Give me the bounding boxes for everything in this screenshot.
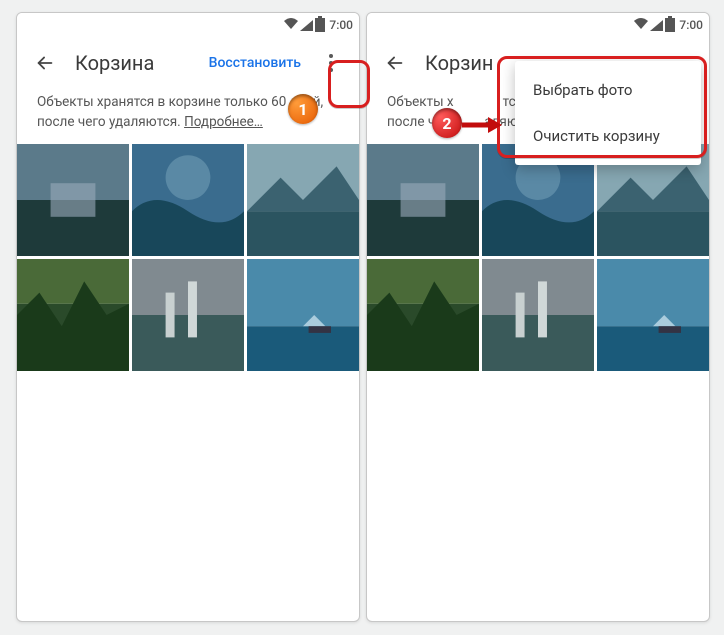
photo-thumb[interactable] xyxy=(482,259,594,371)
annotation-badge-1: 1 xyxy=(288,94,318,124)
phone-screenshot-right: 7:00 Корзин Объекты х XXXXX тся в корзин… xyxy=(366,12,710,622)
more-vert-icon xyxy=(329,54,333,72)
menu-item-select-photo[interactable]: Выбрать фото xyxy=(515,67,701,113)
photo-thumb[interactable] xyxy=(367,144,479,256)
overflow-menu: Выбрать фото Очистить корзину xyxy=(515,61,701,165)
wifi-icon xyxy=(634,18,648,32)
status-bar: 7:00 xyxy=(17,13,359,37)
page-title: Корзина xyxy=(75,51,154,75)
overflow-menu-button[interactable] xyxy=(311,43,351,83)
photo-thumb[interactable] xyxy=(132,259,244,371)
back-button[interactable] xyxy=(375,43,415,83)
signal-icon xyxy=(300,20,313,31)
photo-grid xyxy=(17,144,359,371)
photo-thumb[interactable] xyxy=(597,259,709,371)
status-bar: 7:00 xyxy=(367,13,709,37)
page-title: Корзин xyxy=(425,51,493,75)
restore-button[interactable]: Восстановить xyxy=(199,55,311,71)
wifi-icon xyxy=(284,18,298,32)
annotation-arrow-icon xyxy=(460,115,502,139)
battery-icon xyxy=(315,18,325,32)
menu-item-clear-trash[interactable]: Очистить корзину xyxy=(515,113,701,159)
photo-thumb[interactable] xyxy=(247,144,359,256)
photo-thumb[interactable] xyxy=(367,259,479,371)
photo-thumb[interactable] xyxy=(247,259,359,371)
learn-more-link[interactable]: Подробнее… xyxy=(184,114,263,130)
photo-thumb[interactable] xyxy=(132,144,244,256)
signal-icon xyxy=(650,20,663,31)
photo-grid xyxy=(367,144,709,371)
back-button[interactable] xyxy=(25,43,65,83)
photo-thumb[interactable] xyxy=(17,259,129,371)
status-time: 7:00 xyxy=(329,18,353,32)
status-time: 7:00 xyxy=(679,18,703,32)
battery-icon xyxy=(665,18,675,32)
photo-thumb[interactable] xyxy=(17,144,129,256)
app-bar: Корзина Восстановить xyxy=(17,37,359,89)
annotation-badge-2: 2 xyxy=(432,108,462,138)
